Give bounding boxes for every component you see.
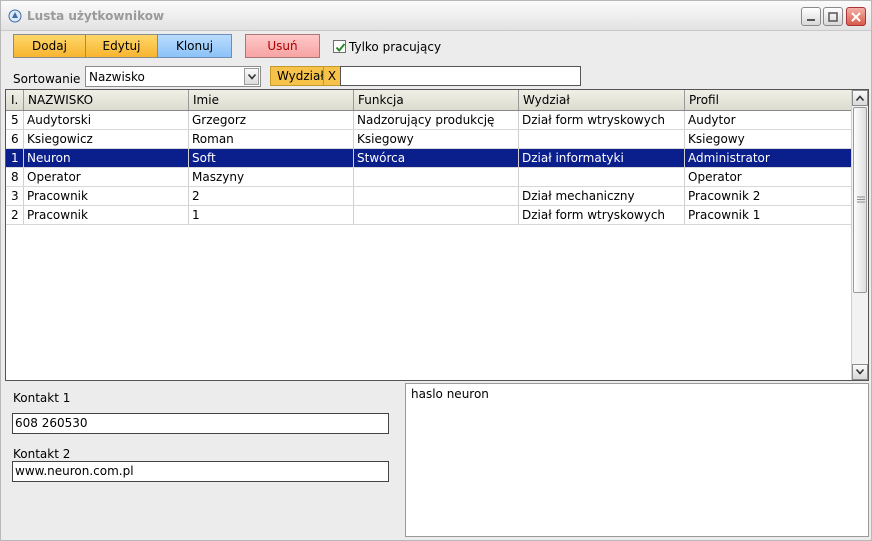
table-vertical-scrollbar[interactable] bbox=[851, 90, 868, 380]
column-header-surname[interactable]: NAZWISKO bbox=[24, 90, 189, 110]
table-row[interactable]: 8 Operator Maszyny Operator bbox=[6, 168, 852, 187]
contact2-label: Kontakt 2 bbox=[13, 447, 71, 461]
cell-first-name: Maszyny bbox=[189, 168, 354, 186]
cell-function bbox=[354, 187, 519, 205]
filter-input[interactable] bbox=[340, 66, 581, 86]
cell-department: Dział informatyki bbox=[519, 149, 685, 167]
maximize-icon bbox=[828, 12, 838, 22]
app-icon bbox=[8, 9, 22, 23]
sort-selected-value: Nazwisko bbox=[89, 70, 145, 84]
only-employed-checkbox[interactable] bbox=[333, 40, 346, 53]
table-row-selected[interactable]: 1 Neuron Soft Stwórca Dział informatyki … bbox=[6, 149, 852, 168]
filter-clear-button[interactable]: X bbox=[323, 66, 341, 86]
scroll-up-button[interactable] bbox=[852, 90, 868, 106]
cell-id: 1 bbox=[6, 149, 24, 167]
maximize-button[interactable] bbox=[823, 7, 843, 26]
window-title: Lusta użytkownikow bbox=[27, 9, 165, 23]
sort-dropdown-button[interactable] bbox=[244, 68, 259, 85]
sort-label: Sortowanie bbox=[13, 72, 81, 86]
scroll-down-button[interactable] bbox=[852, 364, 868, 380]
column-header-id[interactable]: I. bbox=[6, 90, 24, 110]
cell-id: 3 bbox=[6, 187, 24, 205]
only-employed-label: Tylko pracujący bbox=[349, 40, 442, 54]
table-row[interactable]: 3 Pracownik 2 Dział mechaniczny Pracowni… bbox=[6, 187, 852, 206]
cell-profile: Operator bbox=[685, 168, 852, 186]
grip-icon bbox=[857, 196, 865, 203]
user-list-window: Lusta użytkownikow Dodaj Edytuj Klonuj U… bbox=[0, 0, 872, 541]
cell-surname: Audytorski bbox=[24, 111, 189, 129]
cell-department: Dział mechaniczny bbox=[519, 187, 685, 205]
delete-button[interactable]: Usuń bbox=[245, 34, 320, 58]
cell-first-name: Grzegorz bbox=[189, 111, 354, 129]
cell-profile: Administrator bbox=[685, 149, 852, 167]
close-button[interactable] bbox=[846, 7, 866, 26]
filter-tag-department[interactable]: Wydział bbox=[270, 66, 324, 86]
cell-department: Dział form wtryskowych bbox=[519, 206, 685, 224]
checkmark-icon bbox=[335, 43, 346, 53]
cell-profile: Pracownik 1 bbox=[685, 206, 852, 224]
contact1-label: Kontakt 1 bbox=[13, 391, 71, 405]
cell-department: Dział form wtryskowych bbox=[519, 111, 685, 129]
cell-department bbox=[519, 168, 685, 186]
column-header-profile[interactable]: Profil bbox=[685, 90, 852, 110]
clone-button[interactable]: Klonuj bbox=[157, 34, 232, 58]
cell-id: 8 bbox=[6, 168, 24, 186]
chevron-down-icon bbox=[856, 369, 864, 375]
cell-id: 6 bbox=[6, 130, 24, 148]
cell-function: Stwórca bbox=[354, 149, 519, 167]
title-bar[interactable]: Lusta użytkownikow bbox=[1, 1, 871, 31]
column-header-first-name[interactable]: Imie bbox=[189, 90, 354, 110]
chevron-down-icon bbox=[248, 74, 256, 80]
cell-first-name: 1 bbox=[189, 206, 354, 224]
table-row[interactable]: 6 Ksiegowicz Roman Ksiegowy Ksiegowy bbox=[6, 130, 852, 149]
contact1-field[interactable]: 608 260530 bbox=[12, 413, 389, 434]
table-row[interactable]: 5 Audytorski Grzegorz Nadzorujący produk… bbox=[6, 111, 852, 130]
column-header-department[interactable]: Wydział bbox=[519, 90, 685, 110]
minimize-icon bbox=[807, 19, 815, 21]
cell-surname: Ksiegowicz bbox=[24, 130, 189, 148]
cell-id: 2 bbox=[6, 206, 24, 224]
cell-surname: Pracownik bbox=[24, 206, 189, 224]
chevron-up-icon bbox=[856, 95, 864, 101]
cell-department bbox=[519, 130, 685, 148]
cell-id: 5 bbox=[6, 111, 24, 129]
sort-select[interactable]: Nazwisko bbox=[85, 66, 261, 87]
minimize-button[interactable] bbox=[801, 7, 821, 26]
close-icon bbox=[851, 12, 861, 22]
cell-function: Ksiegowy bbox=[354, 130, 519, 148]
cell-surname: Neuron bbox=[24, 149, 189, 167]
column-header-function[interactable]: Funkcja bbox=[354, 90, 519, 110]
scroll-thumb[interactable] bbox=[853, 107, 867, 293]
cell-surname: Operator bbox=[24, 168, 189, 186]
table-row[interactable]: 2 Pracownik 1 Dział form wtryskowych Pra… bbox=[6, 206, 852, 225]
contact2-field[interactable]: www.neuron.com.pl bbox=[12, 461, 389, 482]
cell-profile: Pracownik 2 bbox=[685, 187, 852, 205]
cell-profile: Ksiegowy bbox=[685, 130, 852, 148]
edit-button[interactable]: Edytuj bbox=[85, 34, 158, 58]
table-header: I. NAZWISKO Imie Funkcja Wydział Profil bbox=[6, 90, 852, 111]
cell-surname: Pracownik bbox=[24, 187, 189, 205]
cell-first-name: Soft bbox=[189, 149, 354, 167]
users-table: I. NAZWISKO Imie Funkcja Wydział Profil … bbox=[5, 89, 869, 381]
cell-function: Nadzorujący produkcję bbox=[354, 111, 519, 129]
cell-function bbox=[354, 206, 519, 224]
cell-profile: Audytor bbox=[685, 111, 852, 129]
cell-function bbox=[354, 168, 519, 186]
add-button[interactable]: Dodaj bbox=[13, 34, 86, 58]
notes-textarea[interactable]: haslo neuron bbox=[405, 383, 869, 537]
cell-first-name: Roman bbox=[189, 130, 354, 148]
cell-first-name: 2 bbox=[189, 187, 354, 205]
